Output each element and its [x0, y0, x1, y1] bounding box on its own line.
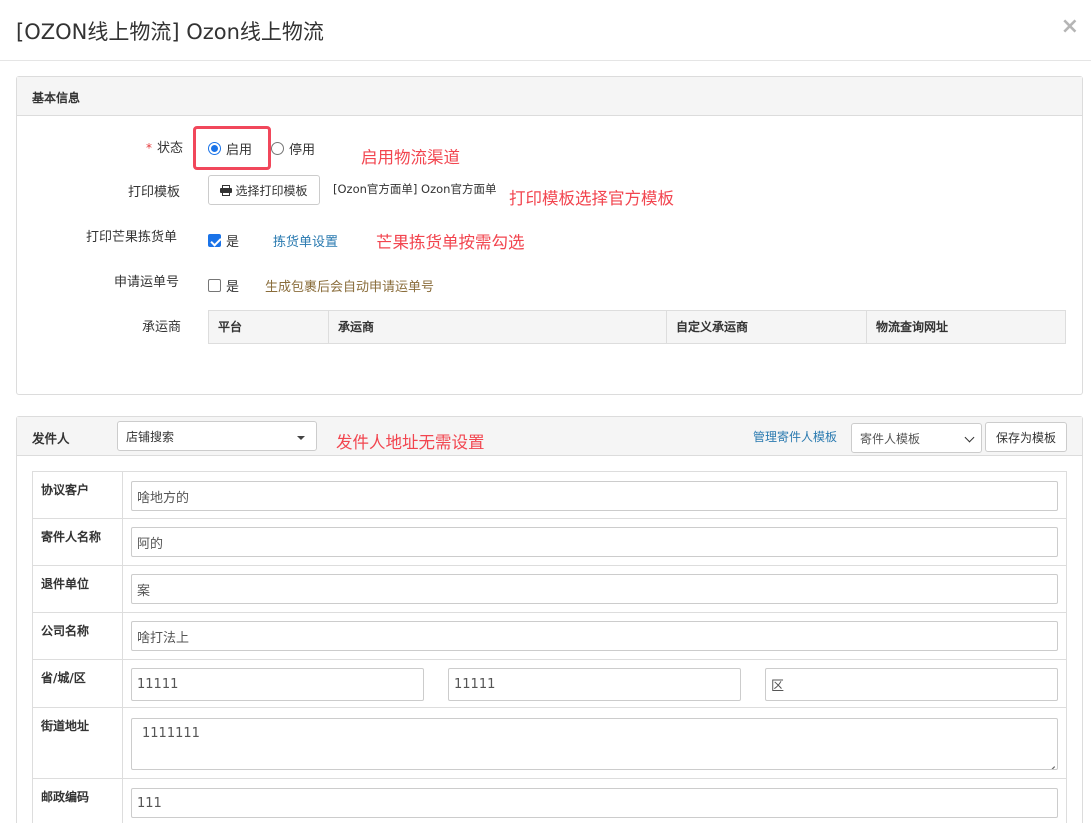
sender-name-label: 寄件人名称: [41, 530, 102, 544]
row-label-cell: 寄件人名称: [33, 519, 123, 565]
modal-title: [OZON线上物流] Ozon线上物流: [16, 20, 324, 44]
modal-header: [OZON线上物流] Ozon线上物流 ×: [0, 0, 1091, 61]
row-company-name: 公司名称 啥打法上: [33, 613, 1066, 660]
postal-label: 邮政编码: [41, 790, 90, 804]
sender-title: 发件人: [32, 431, 70, 446]
caret-down-icon: [297, 436, 305, 440]
chevron-down-icon: [964, 432, 975, 443]
carrier-col-custom: 自定义承运商: [667, 311, 867, 343]
status-label-group: * 状态: [146, 137, 183, 156]
selected-print-template: [Ozon官方面单] Ozon官方面单: [333, 182, 497, 196]
row-return-unit: 退件单位 案: [33, 566, 1066, 613]
basic-info-heading: 基本信息: [17, 77, 1082, 116]
mango-picking-label: 打印芒果拣货单: [86, 230, 178, 245]
status-option-enable[interactable]: 启用: [208, 139, 252, 158]
status-annotation: 启用物流渠道: [361, 148, 460, 167]
sender-annotation: 发件人地址无需设置: [336, 433, 485, 452]
apply-tracking-checkbox[interactable]: [208, 279, 221, 292]
basic-info-title: 基本信息: [32, 91, 81, 105]
province-input[interactable]: 11111: [131, 668, 424, 701]
region-label: 省/城/区: [41, 671, 86, 685]
row-agreement-customer: 协议客户 啥地方的: [33, 472, 1066, 519]
row-label-cell: 街道地址: [33, 708, 123, 778]
street-textarea[interactable]: 1111111: [131, 718, 1058, 770]
district-input[interactable]: 区: [765, 668, 1058, 701]
printer-icon: [220, 184, 233, 196]
row-sender-name: 寄件人名称 阿的: [33, 519, 1066, 566]
agreement-customer-label: 协议客户: [41, 483, 90, 497]
store-search-select[interactable]: 店铺搜索: [117, 421, 317, 451]
row-label-cell: 退件单位: [33, 566, 123, 612]
row-label-cell: 邮政编码: [33, 779, 123, 823]
radio-disable[interactable]: [271, 142, 284, 155]
radio-enable[interactable]: [208, 142, 221, 155]
carrier-label: 承运商: [142, 320, 182, 335]
street-value: 1111111: [142, 726, 200, 741]
mango-picking-checkbox-label: 是: [226, 235, 240, 250]
print-template-annotation: 打印模板选择官方模板: [509, 189, 674, 208]
row-label-cell: 公司名称: [33, 613, 123, 659]
row-label-cell: 协议客户: [33, 472, 123, 518]
radio-enable-label: 启用: [226, 143, 253, 158]
status-option-disable[interactable]: 停用: [271, 139, 315, 158]
select-print-template-label: 选择打印模板: [235, 183, 308, 198]
street-label: 街道地址: [41, 719, 90, 733]
return-unit-input[interactable]: 案: [131, 574, 1058, 604]
apply-tracking-checkbox-label: 是: [226, 280, 240, 295]
company-name-input[interactable]: 啥打法上: [131, 621, 1058, 651]
row-street: 街道地址 1111111: [33, 708, 1066, 779]
row-label-cell: 省/城/区: [33, 660, 123, 707]
sender-template-select[interactable]: 寄件人模板: [851, 423, 982, 453]
sender-name-input[interactable]: 阿的: [131, 527, 1058, 557]
mango-picking-checkbox[interactable]: [208, 234, 221, 247]
city-input[interactable]: 11111: [448, 668, 741, 701]
radio-disable-label: 停用: [289, 143, 316, 158]
company-name-label: 公司名称: [41, 624, 90, 638]
sender-form-table: 协议客户 啥地方的 寄件人名称 阿的 退件单位 案 公司名称 啥打法上 省/城/…: [32, 471, 1067, 823]
save-as-template-button[interactable]: 保存为模板: [985, 422, 1067, 452]
postal-input[interactable]: 111: [131, 788, 1058, 818]
carrier-table: 平台 承运商 自定义承运商 物流查询网址: [208, 310, 1066, 344]
row-postal: 邮政编码 111: [33, 779, 1066, 823]
apply-tracking-option[interactable]: 是: [208, 276, 239, 295]
picking-settings-link[interactable]: 拣货单设置: [273, 231, 338, 250]
print-template-label: 打印模板: [128, 185, 181, 200]
carrier-col-tracking-url: 物流查询网址: [876, 320, 949, 334]
return-unit-label: 退件单位: [41, 577, 90, 591]
mango-picking-annotation: 芒果拣货单按需勾选: [376, 233, 525, 252]
apply-tracking-label: 申请运单号: [114, 275, 180, 290]
manage-sender-template-link[interactable]: 管理寄件人模板: [753, 428, 837, 445]
close-icon[interactable]: ×: [1061, 14, 1079, 39]
select-print-template-button[interactable]: 选择打印模板: [208, 175, 320, 205]
mango-picking-option[interactable]: 是: [208, 231, 239, 250]
apply-tracking-hint: 生成包裹后会自动申请运单号: [265, 280, 435, 295]
status-label: 状态: [157, 141, 184, 156]
required-mark: *: [146, 141, 152, 155]
carrier-col-platform: 平台: [209, 311, 329, 343]
carrier-col-carrier: 承运商: [329, 311, 667, 343]
sender-template-value: 寄件人模板: [860, 431, 921, 446]
store-search-value: 店铺搜索: [126, 429, 175, 444]
row-region: 省/城/区 11111 11111 区: [33, 660, 1066, 708]
agreement-customer-input[interactable]: 啥地方的: [131, 481, 1058, 511]
resize-handle-icon[interactable]: [1047, 759, 1055, 767]
